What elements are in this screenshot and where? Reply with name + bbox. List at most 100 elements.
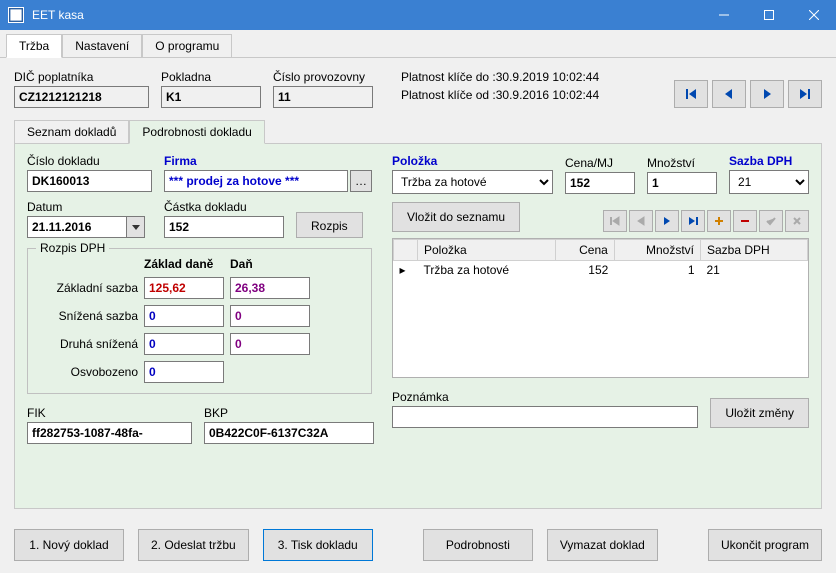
tab-trzba[interactable]: Tržba xyxy=(6,34,62,58)
dph-row-label: Snížená sazba xyxy=(38,309,138,323)
grid-add-button[interactable] xyxy=(707,210,731,232)
validity-from-text: Platnost klíče od :30.9.2016 10:02:44 xyxy=(401,86,662,104)
novy-doklad-button[interactable]: 1. Nový doklad xyxy=(14,529,124,561)
grid-col-cena[interactable]: Cena xyxy=(555,240,614,261)
row-marker-icon: ▸ xyxy=(400,263,412,277)
nav-prev-button[interactable] xyxy=(712,80,746,108)
nav-last-button[interactable] xyxy=(788,80,822,108)
zaklad-osvobozeno-input[interactable] xyxy=(144,361,224,383)
tab-label: Tržba xyxy=(19,39,49,53)
ulozit-zmeny-button[interactable]: Uložit změny xyxy=(710,398,809,428)
grid-first-button[interactable] xyxy=(603,210,627,232)
rozpis-button[interactable]: Rozpis xyxy=(296,212,363,238)
firma-input[interactable] xyxy=(164,170,348,192)
vlozit-button[interactable]: Vložit do seznamu xyxy=(392,202,520,232)
datum-label: Datum xyxy=(27,200,152,214)
tab-label: O programu xyxy=(155,39,219,53)
dph-row-label: Osvobozeno xyxy=(38,365,138,379)
tab-seznam-dokladu[interactable]: Seznam dokladů xyxy=(14,120,129,143)
zaklad-druha-input[interactable] xyxy=(144,333,224,355)
app-icon xyxy=(8,7,24,23)
bkp-input[interactable] xyxy=(204,422,374,444)
datum-input[interactable] xyxy=(27,216,127,238)
grid-next-button[interactable] xyxy=(655,210,679,232)
window-minimize-button[interactable] xyxy=(701,0,746,30)
castka-input[interactable] xyxy=(164,216,284,238)
bkp-label: BKP xyxy=(204,406,374,420)
tab-nastaveni[interactable]: Nastavení xyxy=(62,34,142,57)
dan-snizena-input[interactable] xyxy=(230,305,310,327)
tab-label: Nastavení xyxy=(75,39,129,53)
grid-prev-button[interactable] xyxy=(629,210,653,232)
detail-tabstrip: Seznam dokladů Podrobnosti dokladu xyxy=(14,120,822,144)
dan-zakladni-input[interactable] xyxy=(230,277,310,299)
table-row[interactable]: ▸ Tržba za hotové 152 1 21 xyxy=(394,261,808,280)
grid-cancel-button[interactable] xyxy=(785,210,809,232)
zaklad-snizena-input[interactable] xyxy=(144,305,224,327)
bottom-toolbar: 1. Nový doklad 2. Odeslat tržbu 3. Tisk … xyxy=(0,519,836,573)
podrobnosti-button[interactable]: Podrobnosti xyxy=(423,529,533,561)
tab-label: Seznam dokladů xyxy=(27,125,116,139)
datum-dropdown-button[interactable] xyxy=(127,216,145,238)
odeslat-trzbu-button[interactable]: 2. Odeslat tržbu xyxy=(138,529,249,561)
dph-row-label: Základní sazba xyxy=(38,281,138,295)
grid-col-polozka[interactable]: Položka xyxy=(418,240,556,261)
tab-podrobnosti-dokladu[interactable]: Podrobnosti dokladu xyxy=(129,120,264,144)
tisk-dokladu-button[interactable]: 3. Tisk dokladu xyxy=(263,529,373,561)
poznamka-input[interactable] xyxy=(392,406,698,428)
pokladna-label: Pokladna xyxy=(161,70,261,84)
pokladna-input[interactable] xyxy=(161,86,261,108)
grid-commit-button[interactable] xyxy=(759,210,783,232)
cislo-dokladu-input[interactable] xyxy=(27,170,152,192)
fik-input[interactable] xyxy=(27,422,192,444)
dph-row-label: Druhá snížená xyxy=(38,337,138,351)
fik-label: FIK xyxy=(27,406,192,420)
cena-input[interactable] xyxy=(565,172,635,194)
grid-last-button[interactable] xyxy=(681,210,705,232)
firma-label[interactable]: Firma xyxy=(164,154,372,168)
polozka-select[interactable]: Tržba za hotové xyxy=(392,170,553,194)
dic-label: DIČ poplatníka xyxy=(14,70,149,84)
dan-druha-input[interactable] xyxy=(230,333,310,355)
sazba-label[interactable]: Sazba DPH xyxy=(729,154,809,168)
poznamka-label: Poznámka xyxy=(392,390,698,404)
castka-label: Částka dokladu xyxy=(164,200,284,214)
zaklad-zakladni-input[interactable] xyxy=(144,277,224,299)
grid-col-sazba[interactable]: Sazba DPH xyxy=(701,240,808,261)
vymazat-doklad-button[interactable]: Vymazat doklad xyxy=(547,529,658,561)
tab-label: Podrobnosti dokladu xyxy=(142,125,251,139)
cena-label: Cena/MJ xyxy=(565,156,635,170)
provozovna-input[interactable] xyxy=(273,86,373,108)
provozovna-label: Číslo provozovny xyxy=(273,70,373,84)
sazba-select[interactable]: 21 xyxy=(729,170,809,194)
ukoncit-program-button: Ukončit program xyxy=(708,529,822,561)
mnozstvi-input[interactable] xyxy=(647,172,717,194)
items-grid[interactable]: Položka Cena Množství Sazba DPH ▸ Tržba … xyxy=(392,238,809,378)
rozpis-dph-legend: Rozpis DPH xyxy=(36,241,109,255)
validity-to-text: Platnost klíče do :30.9.2019 10:02:44 xyxy=(401,68,662,86)
dic-input[interactable] xyxy=(14,86,149,108)
detail-panel: Číslo dokladu Firma … xyxy=(14,144,822,509)
window-close-button[interactable] xyxy=(791,0,836,30)
main-tabstrip: Tržba Nastavení O programu xyxy=(0,30,836,58)
mnozstvi-label: Množství xyxy=(647,156,717,170)
tab-oprogramu[interactable]: O programu xyxy=(142,34,232,57)
grid-toolbar xyxy=(603,210,809,232)
dan-header: Daň xyxy=(230,257,310,271)
rozpis-dph-group: Rozpis DPH Základ daně Daň Základní sazb… xyxy=(27,248,372,394)
cell-cena: 152 xyxy=(555,261,614,280)
window-maximize-button[interactable] xyxy=(746,0,791,30)
window-titlebar: EET kasa xyxy=(0,0,836,30)
cell-sazba: 21 xyxy=(701,261,808,280)
cislo-dokladu-label: Číslo dokladu xyxy=(27,154,152,168)
grid-col-mnozstvi[interactable]: Množství xyxy=(614,240,700,261)
polozka-label[interactable]: Položka xyxy=(392,154,553,168)
cell-polozka: Tržba za hotové xyxy=(418,261,556,280)
firma-lookup-button[interactable]: … xyxy=(350,170,372,192)
nav-next-button[interactable] xyxy=(750,80,784,108)
window-title: EET kasa xyxy=(32,8,701,22)
cell-mnozstvi: 1 xyxy=(614,261,700,280)
grid-delete-button[interactable] xyxy=(733,210,757,232)
zaklad-header: Základ daně xyxy=(144,257,224,271)
nav-first-button[interactable] xyxy=(674,80,708,108)
